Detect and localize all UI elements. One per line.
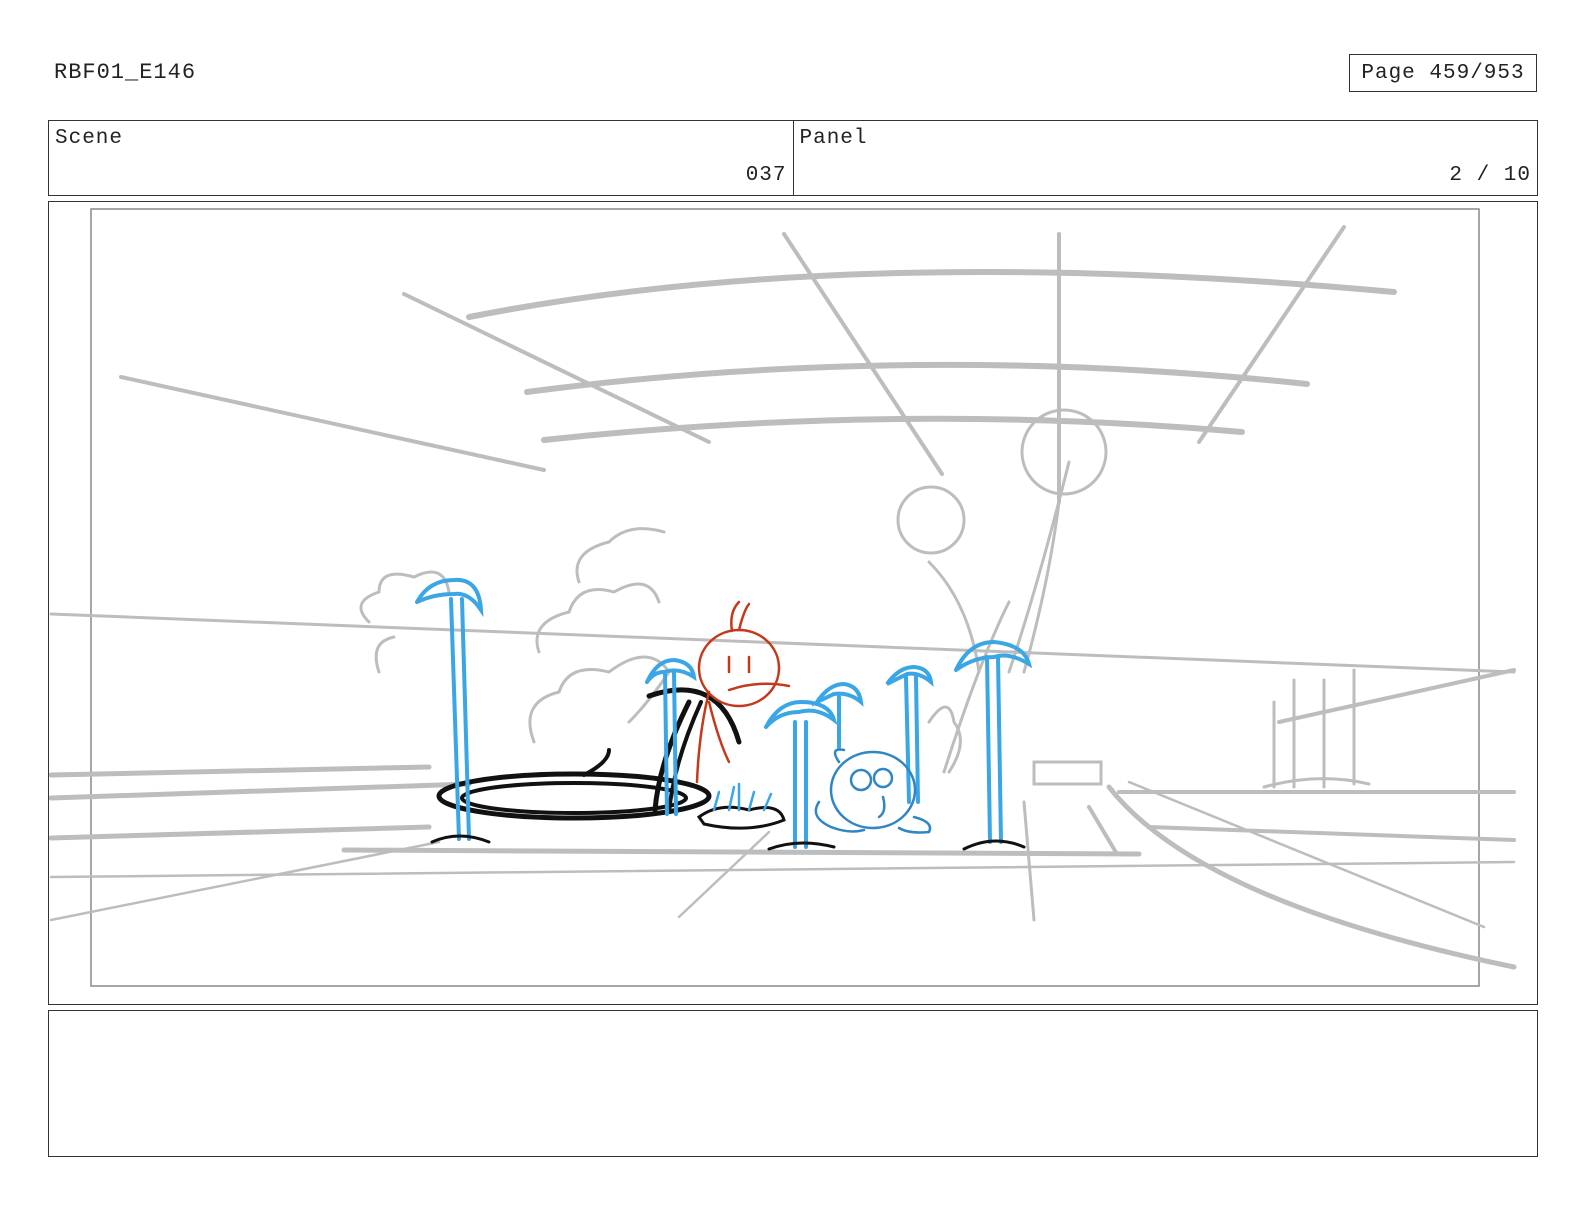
blue-character [814, 748, 932, 834]
document-id: RBF01_E146 [54, 60, 197, 85]
fountain-bases [430, 834, 1026, 851]
scene-cell: Scene 037 [49, 121, 793, 195]
page-counter-label: Page 459/953 [1361, 61, 1525, 85]
panel-cell: Panel 2 / 10 [792, 121, 1538, 195]
background-sketch [49, 225, 1517, 970]
panel-notes-box [48, 1010, 1538, 1157]
panel-number: 2 / 10 [1449, 164, 1531, 187]
panel-label: Panel [799, 127, 868, 150]
scene-number: 037 [745, 164, 787, 187]
storyboard-frame [48, 201, 1538, 1005]
coiled-hose [436, 687, 786, 830]
scene-label: Scene [55, 127, 124, 150]
page-counter: Page 459/953 [1349, 54, 1537, 92]
red-character [695, 600, 791, 784]
scene-panel-info: Scene 037 Panel 2 / 10 [48, 120, 1538, 196]
storyboard-drawing [49, 208, 1517, 987]
